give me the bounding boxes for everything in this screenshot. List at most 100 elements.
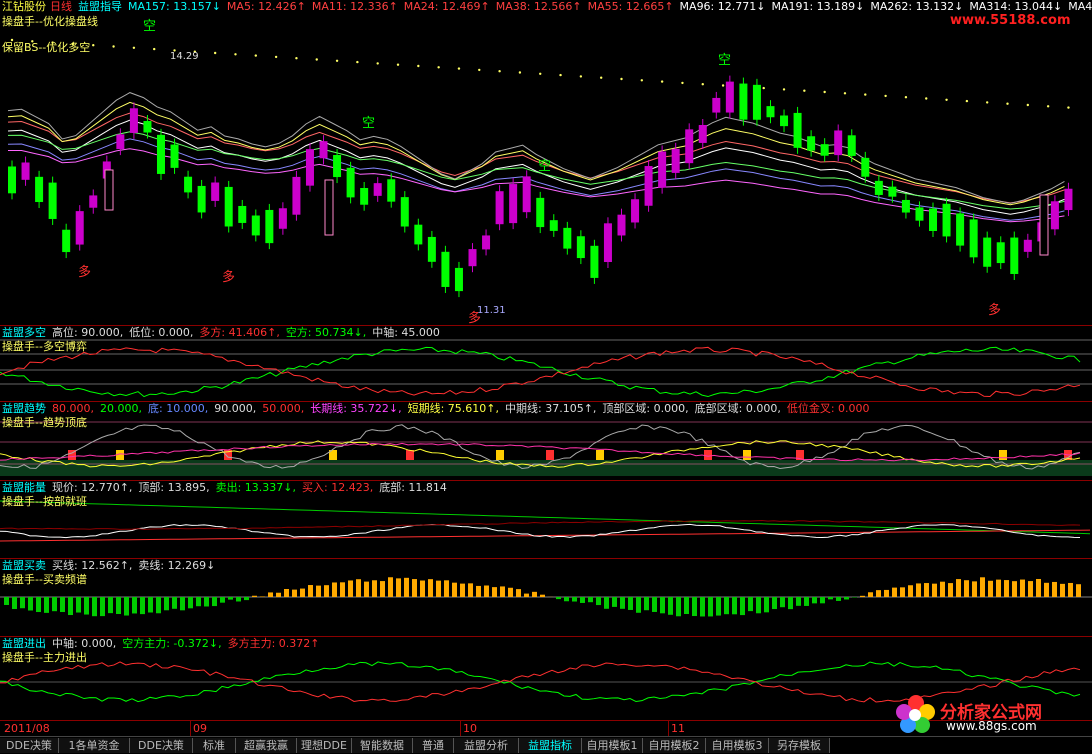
buysell-panel[interactable]: 益盟买卖买线: 12.562↑,卖线: 12.269↓ 操盘手--买卖频谱 — [0, 559, 1092, 636]
spectrum-bar — [268, 592, 273, 597]
candle — [875, 181, 883, 195]
candle — [22, 162, 30, 179]
period-label[interactable]: 日线 — [50, 0, 72, 13]
support-dot — [559, 74, 561, 76]
indicator-name[interactable]: 益盟指导 — [78, 0, 122, 13]
tab-9[interactable]: 益盟分析 — [454, 738, 519, 753]
price-header: 江钻股份日线益盟指导MA157: 13.157↓MA5: 12.426↑MA11… — [2, 0, 1092, 13]
candle — [333, 155, 341, 177]
candle — [116, 134, 124, 149]
tab-12[interactable]: 自用模板2 — [643, 738, 706, 753]
candle — [631, 199, 639, 222]
candle — [929, 209, 937, 231]
support-dot — [234, 53, 236, 55]
spectrum-bar — [372, 580, 377, 597]
candle — [1051, 201, 1059, 229]
spectrum-bar — [252, 596, 257, 597]
spectrum-bar — [892, 588, 897, 597]
signal-candle — [325, 180, 333, 235]
ma-value: MA157: 13.157↓ — [128, 0, 221, 13]
candle — [997, 242, 1005, 263]
trend-marker — [596, 450, 604, 460]
template-tab-bar: DDE决策1各单资金DDE决策标准超赢我赢理想DDE智能数据普通益盟分析益盟指标… — [0, 736, 1092, 754]
spectrum-bar — [468, 583, 473, 597]
support-dot — [1027, 104, 1029, 106]
duo-signal: 多 — [78, 264, 91, 280]
date-tick — [460, 721, 461, 737]
tab-14[interactable]: 另存模板 — [769, 738, 830, 753]
tab-3[interactable]: DDE决策 — [130, 738, 193, 753]
candle — [211, 183, 219, 201]
candle — [780, 116, 788, 127]
spectrum-bar — [1060, 584, 1065, 597]
watermark: www.55188.com — [950, 13, 1071, 28]
spectrum-bar — [804, 597, 809, 606]
trend-panel[interactable]: 益盟趋势80.000,20.000,底: 10.000,90.000,50.00… — [0, 402, 1092, 480]
candle — [76, 211, 84, 244]
support-dot — [153, 48, 155, 50]
spectrum-bar — [44, 597, 49, 613]
spectrum-bar — [764, 597, 769, 612]
spectrum-bar — [828, 597, 833, 599]
tab-11[interactable]: 自用模板1 — [582, 738, 643, 753]
tab-7[interactable]: 智能数据 — [352, 738, 413, 753]
spectrum-bar — [388, 577, 393, 597]
tab-10[interactable]: 益盟指标 — [519, 738, 582, 753]
ma-value: MA5: 12.426↑ — [227, 0, 306, 13]
spectrum-bar — [348, 580, 353, 597]
candle — [915, 207, 923, 220]
spectrum-bar — [4, 597, 9, 605]
spectrum-bar — [1076, 584, 1081, 597]
tab-13[interactable]: 自用模板3 — [706, 738, 769, 753]
spectrum-bar — [980, 577, 985, 597]
stock-name[interactable]: 江钻股份 — [2, 0, 46, 13]
support-dot — [92, 44, 94, 46]
spectrum-bar — [164, 597, 169, 610]
price-panel[interactable]: 空空空空多多多多 江钻股份日线益盟指导MA157: 13.157↓MA5: 12… — [0, 0, 1092, 325]
spectrum-bar — [508, 588, 513, 597]
candle — [550, 220, 558, 231]
spectrum-bar — [116, 597, 121, 614]
spectrum-bar — [1044, 583, 1049, 597]
ma-list: MA157: 13.157↓MA5: 12.426↑MA11: 12.336↑M… — [128, 0, 1092, 13]
candle — [238, 206, 246, 223]
candle — [645, 166, 653, 206]
tab-5[interactable]: 超赢我赢 — [236, 738, 297, 753]
price-subtitle-2: 保留BS--优化多空 — [2, 39, 90, 55]
spectrum-bar — [780, 597, 785, 607]
spectrum-bar — [420, 581, 425, 597]
duokong-value: 多方: 41.406↑, — [199, 326, 279, 339]
candle — [414, 225, 422, 245]
energy-panel[interactable]: 益盟能量现价: 12.770↑,顶部: 13.895,卖出: 13.337↓,买… — [0, 481, 1092, 558]
tab-8[interactable]: 普通 — [413, 738, 454, 753]
duokong-panel[interactable]: 益盟多空高位: 90.000,低位: 0.000,多方: 41.406↑,空方:… — [0, 326, 1092, 401]
spectrum-bar — [596, 597, 601, 605]
tab-6[interactable]: 理想DDE — [297, 738, 352, 753]
candle — [983, 238, 991, 267]
candle — [292, 177, 300, 215]
candle — [1010, 238, 1018, 274]
site-logo: 分析家公式网 www.88gs.com — [896, 694, 1086, 736]
candle — [672, 149, 680, 173]
tab-1[interactable]: DDE决策 — [0, 738, 59, 753]
spectrum-bar — [220, 597, 225, 603]
trend-marker — [406, 450, 414, 460]
spectrum-bar — [292, 590, 297, 597]
date-tick — [668, 721, 669, 737]
support-dot — [884, 95, 886, 97]
trend-value: 90.000, — [214, 402, 256, 415]
spectrum-bar — [652, 597, 657, 612]
candle — [861, 158, 869, 177]
support-dot — [620, 78, 622, 80]
spectrum-bar — [604, 597, 609, 609]
spectrum-bar — [412, 579, 417, 597]
tab-4[interactable]: 标准 — [193, 738, 236, 753]
spectrum-bar — [860, 596, 865, 597]
spectrum-bar — [28, 597, 33, 610]
spectrum-bar — [156, 597, 161, 613]
tab-2[interactable]: 1各单资金 — [59, 738, 130, 753]
candle — [888, 187, 896, 197]
price-subtitle-1: 操盘手--优化操盘线 — [2, 13, 98, 29]
spectrum-bar — [884, 590, 889, 597]
support-dot — [316, 58, 318, 60]
